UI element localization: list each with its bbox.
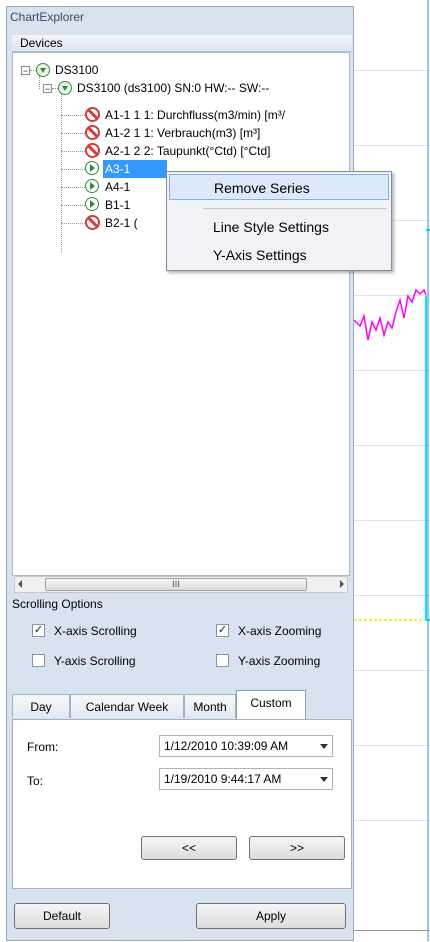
tree-horizontal-scrollbar[interactable]: III — [14, 576, 348, 593]
device-tree[interactable]: − DS3100 − DS3100 (ds3100) SN:0 HW:-- SW… — [12, 52, 350, 576]
disabled-series-icon — [85, 215, 100, 230]
to-label: To: — [27, 774, 44, 788]
next-range-button[interactable]: >> — [249, 836, 345, 860]
tree-item-a1-1[interactable]: A1-1 1 1: Durchfluss(m3/min) [m³/ — [105, 106, 285, 124]
y-axis-scrolling-checkbox[interactable] — [32, 654, 45, 667]
chart-area[interactable] — [354, 0, 430, 941]
collapse-icon[interactable]: − — [43, 84, 52, 94]
context-menu: Remove Series Line Style Settings Y-Axis… — [166, 171, 392, 271]
x-axis-zooming-checkbox[interactable]: ✓ — [216, 624, 229, 637]
tree-root-label[interactable]: DS3100 — [55, 61, 98, 79]
from-label: From: — [27, 740, 59, 754]
collapse-icon[interactable]: − — [21, 66, 30, 76]
x-axis-scrolling-label[interactable]: X-axis Scrolling — [54, 624, 137, 638]
device-download-icon — [58, 81, 72, 95]
scroll-right-icon[interactable] — [340, 580, 344, 588]
scrolling-options-group: ✓ X-axis Scrolling ✓ X-axis Zooming Y-ax… — [12, 612, 352, 674]
active-series-icon — [85, 161, 99, 175]
tree-item-b1-1[interactable]: B1-1 — [105, 196, 130, 214]
y-axis-zooming-checkbox[interactable] — [216, 654, 229, 667]
tree-item-a3-1[interactable]: A3-1 — [103, 160, 167, 178]
disabled-series-icon — [85, 143, 100, 158]
menu-item-line-style-settings[interactable]: Line Style Settings — [169, 214, 389, 240]
tree-guide — [61, 187, 85, 188]
panel-title: ChartExplorer — [10, 10, 85, 24]
tree-guide — [61, 133, 85, 134]
tree-guide — [61, 205, 85, 206]
tab-day[interactable]: Day — [12, 694, 70, 718]
chart-plot — [354, 0, 430, 941]
scroll-left-icon[interactable] — [18, 580, 22, 588]
range-tabs: Day Calendar Week Month Custom — [12, 690, 352, 720]
to-datetime-picker[interactable]: 1/19/2010 9:44:17 AM — [159, 768, 333, 790]
x-axis-zooming-label[interactable]: X-axis Zooming — [238, 624, 321, 638]
tab-month[interactable]: Month — [184, 694, 236, 718]
active-series-icon — [85, 197, 99, 211]
tree-item-a1-2[interactable]: A1-2 1 1: Verbrauch(m3) [m³] — [105, 124, 260, 142]
disabled-series-icon — [85, 107, 100, 122]
tree-guide — [61, 223, 85, 224]
scrolling-options-title: Scrolling Options — [12, 597, 103, 611]
custom-range-panel: From: 1/12/2010 10:39:09 AM To: 1/19/201… — [12, 719, 352, 889]
devices-header: Devices — [12, 35, 352, 52]
menu-item-y-axis-settings[interactable]: Y-Axis Settings — [169, 242, 389, 268]
tree-guide — [61, 151, 85, 152]
chevron-down-icon[interactable] — [320, 744, 328, 749]
y-axis-zooming-label[interactable]: Y-axis Zooming — [238, 654, 320, 668]
chevron-down-icon[interactable] — [320, 777, 328, 782]
tree-item-a2-1[interactable]: A2-1 2 2: Taupunkt(°Ctd) [°Ctd] — [105, 142, 270, 160]
tree-device-label[interactable]: DS3100 (ds3100) SN:0 HW:-- SW:-- — [77, 79, 269, 97]
from-datetime-picker[interactable]: 1/12/2010 10:39:09 AM — [159, 735, 333, 757]
disabled-series-icon — [85, 125, 100, 140]
x-axis-scrolling-checkbox[interactable]: ✓ — [32, 624, 45, 637]
from-datetime-value: 1/12/2010 10:39:09 AM — [164, 739, 289, 753]
y-axis-scrolling-label[interactable]: Y-axis Scrolling — [54, 654, 136, 668]
tree-guide — [61, 115, 85, 116]
tree-guide — [61, 169, 85, 170]
chart-x-axis — [354, 930, 430, 942]
device-download-icon — [36, 63, 50, 77]
apply-button[interactable]: Apply — [196, 903, 346, 929]
menu-item-remove-series[interactable]: Remove Series — [169, 174, 389, 200]
series-magenta-line — [354, 288, 427, 341]
menu-separator — [203, 208, 387, 209]
to-datetime-value: 1/19/2010 9:44:17 AM — [164, 772, 282, 786]
active-series-icon — [85, 179, 99, 193]
tree-item-b2-1[interactable]: B2-1 ( — [105, 214, 138, 232]
tab-custom[interactable]: Custom — [236, 690, 306, 719]
default-button[interactable]: Default — [14, 903, 110, 929]
devices-header-label: Devices — [20, 36, 63, 50]
tab-calendar-week[interactable]: Calendar Week — [70, 694, 184, 718]
previous-range-button[interactable]: << — [141, 836, 237, 860]
scrollbar-thumb[interactable]: III — [45, 578, 307, 591]
tree-item-a4-1[interactable]: A4-1 — [105, 178, 130, 196]
tree-guide — [61, 93, 62, 253]
